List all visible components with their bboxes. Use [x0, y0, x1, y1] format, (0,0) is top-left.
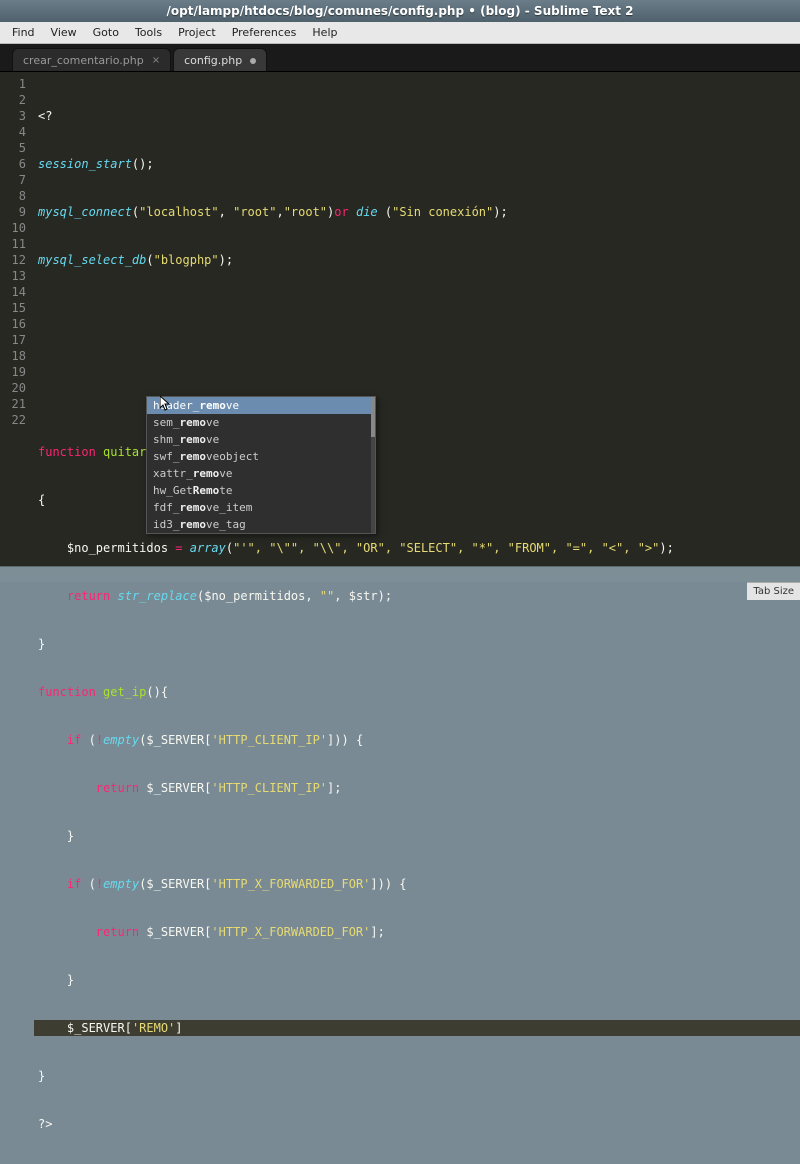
tab-crear-comentario[interactable]: crear_comentario.php ×	[12, 48, 171, 71]
menu-project[interactable]: Project	[170, 26, 224, 39]
close-icon[interactable]: ×	[152, 55, 160, 66]
tab-config[interactable]: config.php	[173, 48, 267, 71]
menu-goto[interactable]: Goto	[85, 26, 127, 39]
tab-label: crear_comentario.php	[23, 54, 144, 67]
autocomplete-item[interactable]: swf_removeobject	[147, 448, 375, 465]
autocomplete-item[interactable]: fdf_remove_item	[147, 499, 375, 516]
menu-tools[interactable]: Tools	[127, 26, 170, 39]
mouse-cursor-icon	[160, 396, 172, 412]
menu-find[interactable]: Find	[4, 26, 43, 39]
autocomplete-item[interactable]: header_remove	[147, 397, 375, 414]
dirty-indicator-icon	[250, 58, 256, 64]
menu-help[interactable]: Help	[304, 26, 345, 39]
menu-preferences[interactable]: Preferences	[224, 26, 305, 39]
autocomplete-item[interactable]: hw_GetRemote	[147, 482, 375, 499]
autocomplete-item[interactable]: sem_remove	[147, 414, 375, 431]
autocomplete-popup[interactable]: header_remove sem_remove shm_remove swf_…	[146, 396, 376, 534]
menubar: Find View Goto Tools Project Preferences…	[0, 22, 800, 44]
tabbar: crear_comentario.php × config.php	[0, 44, 800, 72]
autocomplete-item[interactable]: shm_remove	[147, 431, 375, 448]
window-titlebar: /opt/lampp/htdocs/blog/comunes/config.ph…	[0, 0, 800, 22]
status-tab-size[interactable]: Tab Size	[753, 586, 794, 597]
line-number-gutter: 12345678910111213141516171819202122	[0, 72, 34, 580]
desktop-strip	[0, 566, 800, 582]
autocomplete-item[interactable]: id3_remove_tag	[147, 516, 375, 533]
tab-label: config.php	[184, 54, 242, 67]
editor[interactable]: 12345678910111213141516171819202122 <? s…	[0, 72, 800, 580]
autocomplete-scrollbar[interactable]	[371, 397, 375, 533]
statusbar: Tab Size	[747, 582, 800, 600]
menu-view[interactable]: View	[43, 26, 85, 39]
autocomplete-item[interactable]: xattr_remove	[147, 465, 375, 482]
